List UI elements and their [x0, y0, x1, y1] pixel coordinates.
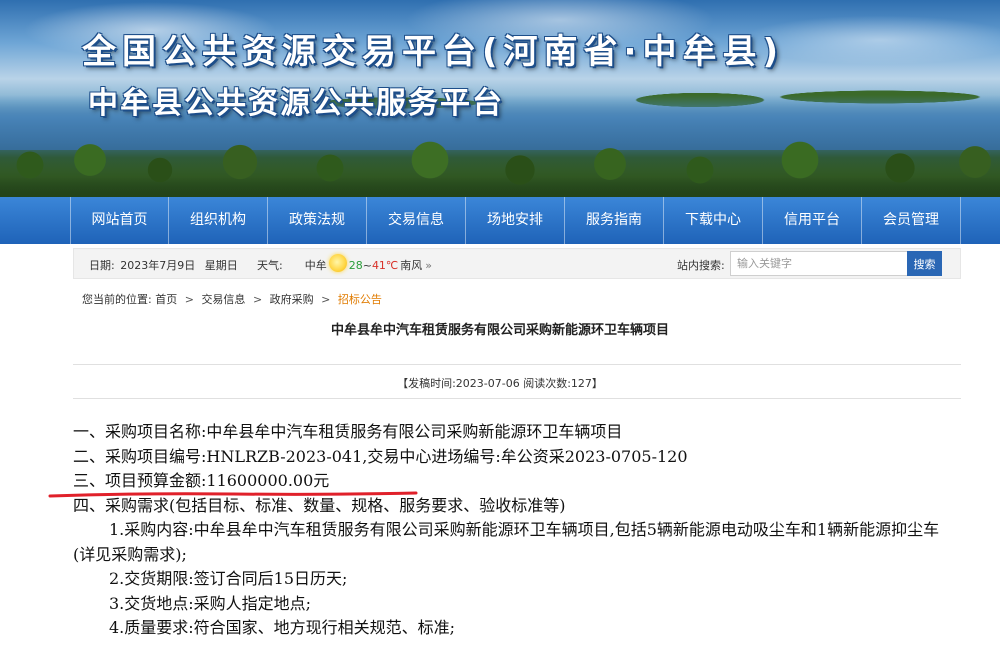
banner-subtitle: 中牟县公共资源公共服务平台: [88, 86, 504, 121]
sun-icon: [328, 254, 347, 272]
nav-item-home[interactable]: 网站首页: [70, 197, 169, 244]
highlight-underline: [48, 491, 418, 498]
main-nav: 网站首页 组织机构 政策法规 交易信息 场地安排 服务指南 下载中心 信用平台 …: [0, 197, 1000, 244]
weather-label: 天气:: [257, 259, 283, 272]
article-line-delivery-period: 2.交货期限:签订合同后15日历天;: [109, 569, 348, 588]
banner-title: 全国公共资源交易平台(河南省·中牟县): [82, 32, 784, 72]
divider: [73, 364, 961, 365]
breadcrumb-prefix: 您当前的位置:: [82, 293, 152, 306]
breadcrumb: 您当前的位置: 首页 > 交易信息 > 政府采购 > 招标公告: [82, 291, 382, 307]
nav-item-members[interactable]: 会员管理: [862, 197, 961, 244]
article-line-delivery-location: 3.交货地点:采购人指定地点;: [109, 593, 312, 613]
breadcrumb-gov-procurement[interactable]: 政府采购: [270, 293, 314, 306]
article-body: 一、采购项目名称:中牟县牟中汽车租赁服务有限公司采购新能源环卫车辆项目 二、采购…: [73, 420, 973, 641]
weekday: 星期日: [204, 259, 238, 272]
temp-low: 28: [348, 258, 363, 272]
banner-trees: [0, 130, 1000, 197]
site-banner: 全国公共资源交易平台(河南省·中牟县) 中牟县公共资源公共服务平台: [0, 0, 1000, 197]
nav-item-credit[interactable]: 信用平台: [763, 197, 862, 244]
breadcrumb-separator: >: [321, 293, 331, 306]
double-chevron-right-icon[interactable]: »: [425, 259, 432, 272]
nav-item-policies[interactable]: 政策法规: [268, 197, 367, 244]
search-input[interactable]: [730, 251, 908, 276]
search-label: 站内搜索:: [677, 259, 725, 272]
divider: [73, 398, 961, 399]
breadcrumb-separator: >: [252, 293, 263, 306]
weather-display: 天气: 中牟 28 ~ 41℃ 南风 »: [257, 254, 432, 273]
date-display: 日期: 2023年7月9日 星期日: [89, 257, 238, 273]
nav-item-downloads[interactable]: 下载中心: [664, 197, 763, 244]
date-value: 2023年7月9日: [120, 259, 196, 272]
nav-item-organization[interactable]: 组织机构: [169, 197, 268, 244]
article-title: 中牟县牟中汽车租赁服务有限公司采购新能源环卫车辆项目: [330, 323, 669, 338]
article-line-quality: 4.质量要求:符合国家、地方现行相关规范、标准;: [109, 618, 456, 637]
nav-item-trade-info[interactable]: 交易信息: [367, 197, 466, 244]
breadcrumb-trade-info[interactable]: 交易信息: [201, 293, 245, 306]
wind: 南风: [400, 259, 423, 272]
article-line-content: 1.采购内容:中牟县牟中汽车租赁服务有限公司采购新能源环卫车辆项目,包括5辆新能…: [73, 520, 940, 564]
temp-high: 41℃: [371, 258, 399, 272]
temp-separator: ~: [362, 258, 372, 272]
article-line-project-name: 一、采购项目名称:中牟县牟中汽车租赁服务有限公司采购新能源环卫车辆项目: [73, 422, 623, 441]
nav-item-service-guide[interactable]: 服务指南: [565, 197, 664, 244]
breadcrumb-separator: >: [184, 293, 194, 306]
date-label: 日期:: [89, 259, 115, 272]
search-button[interactable]: 搜索: [907, 251, 942, 276]
nav-item-venue[interactable]: 场地安排: [466, 197, 565, 244]
info-bar: 日期: 2023年7月9日 星期日 天气: 中牟 28 ~ 41℃ 南风 » 站…: [73, 248, 961, 279]
article-meta: 【发稿时间:2023-07-06 阅读次数:127】: [397, 377, 603, 390]
breadcrumb-home[interactable]: 首页: [155, 293, 177, 306]
article-line-project-number: 二、采购项目编号:HNLRZB-2023-041,交易中心进场编号:牟公资采20…: [73, 446, 688, 466]
breadcrumb-current[interactable]: 招标公告: [338, 293, 382, 306]
weather-city: 中牟: [304, 259, 327, 272]
